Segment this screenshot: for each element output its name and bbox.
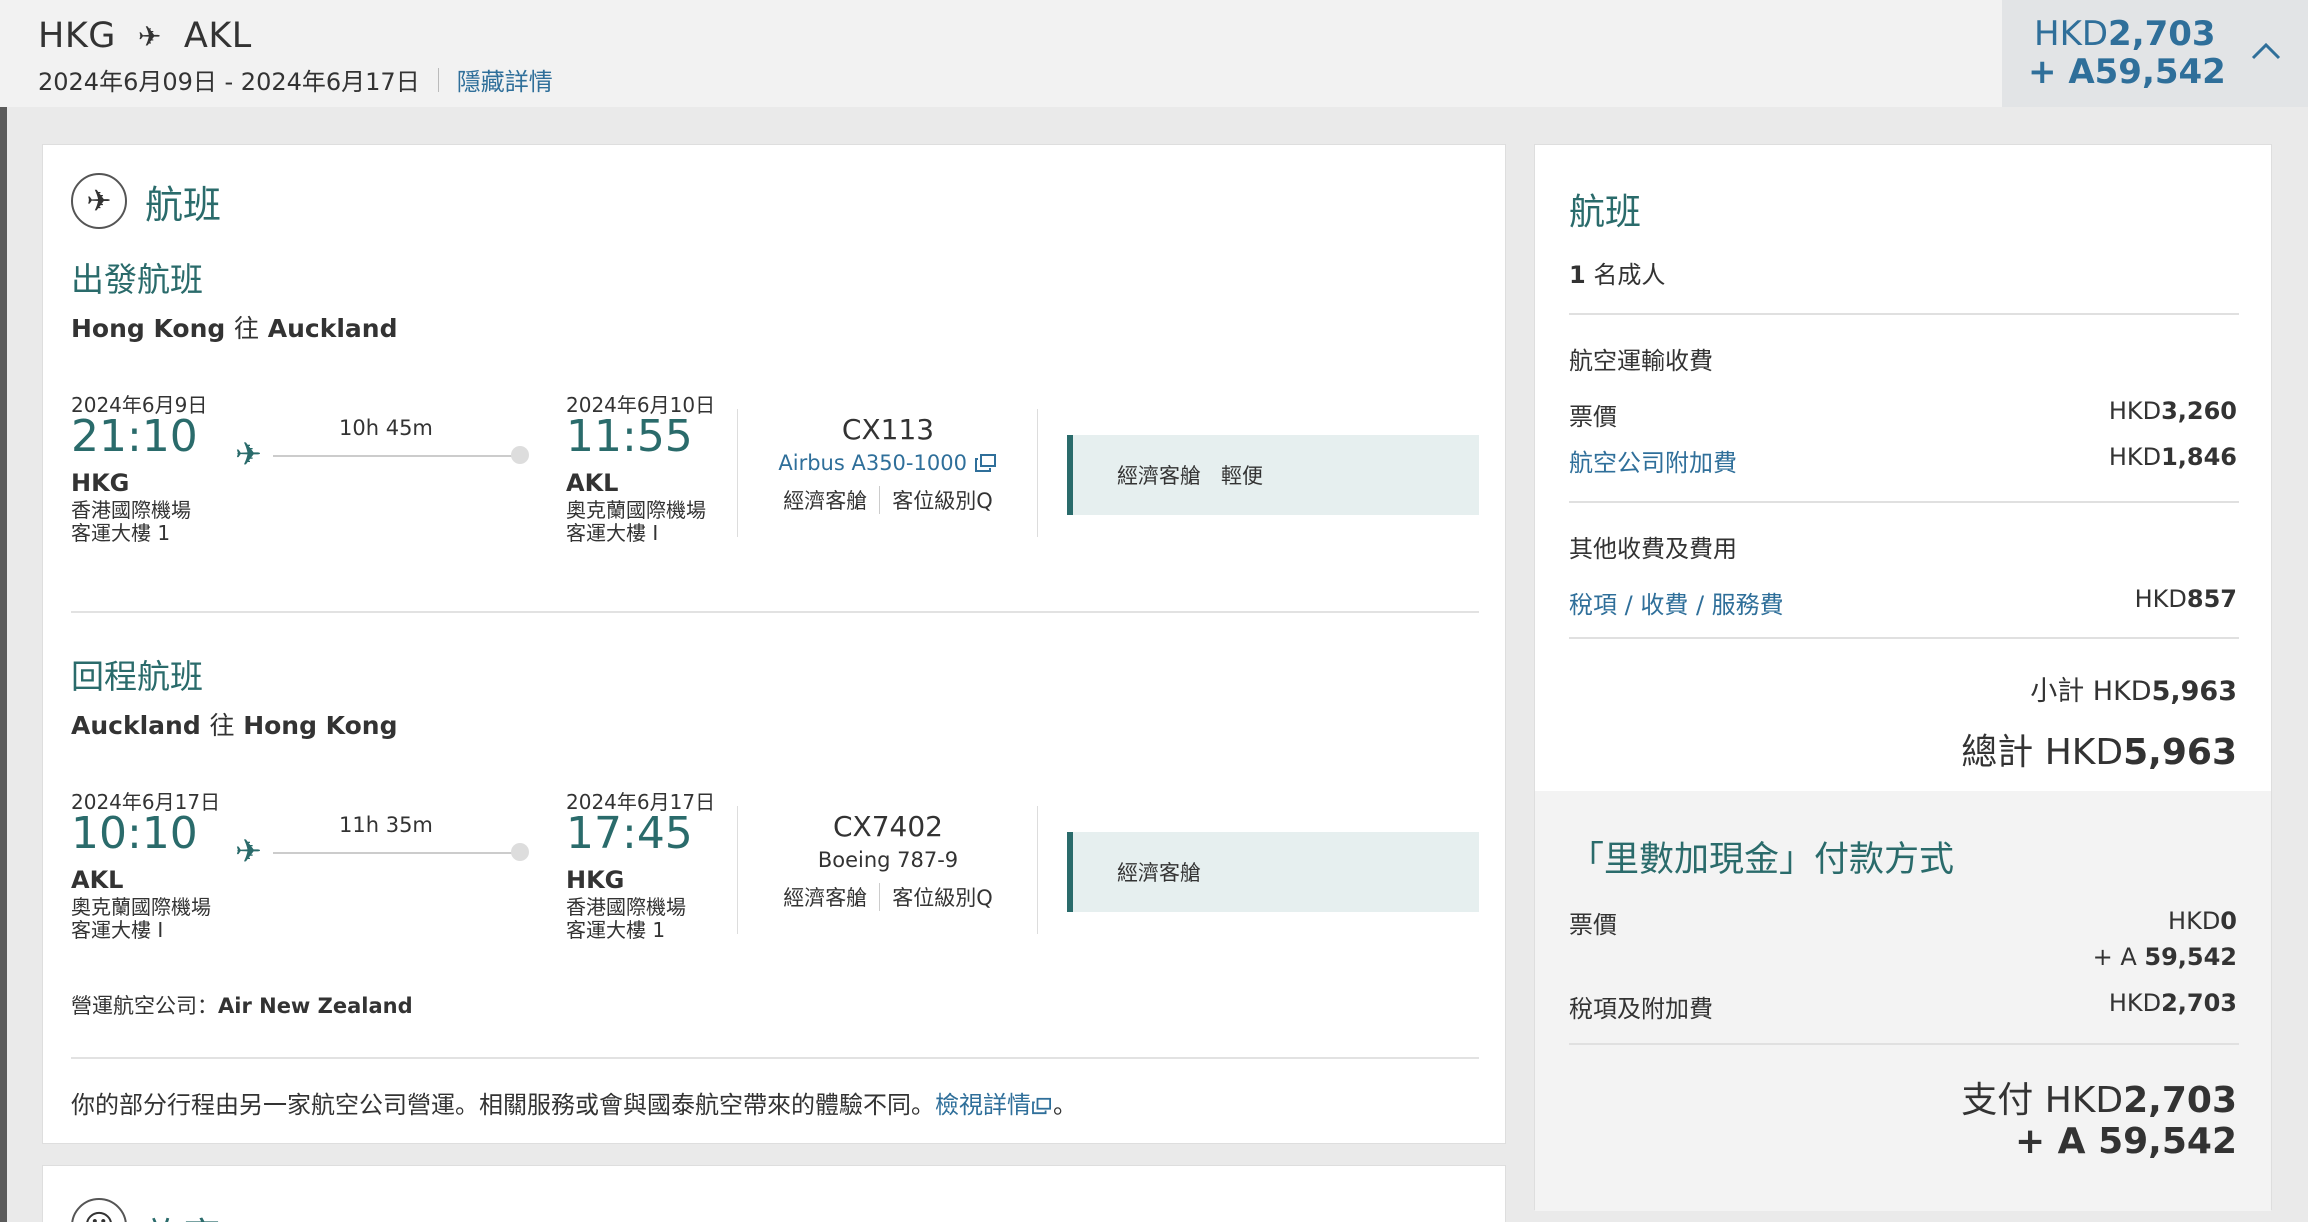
divider bbox=[437, 67, 439, 92]
miles-cash-title: 「里數加現金」付款方式 bbox=[1569, 840, 1955, 880]
surcharge-value: HKD1,846 bbox=[2108, 443, 2237, 471]
cabin-info: 經濟客艙 客位級別Q bbox=[738, 882, 1038, 912]
flight-duration: 11h 35m bbox=[339, 813, 433, 837]
divider bbox=[1569, 637, 2239, 639]
airplane-icon: ✈ bbox=[235, 832, 262, 870]
codeshare-notice: 你的部分行程由另一家航空公司營運。相關服務或會與國泰航空帶來的體驗不同。檢視詳情… bbox=[71, 1091, 1077, 1119]
departure-code: HKG bbox=[71, 469, 130, 497]
fare-label: 票價 bbox=[1569, 403, 1617, 431]
outbound-flight-row: 2024年6月9日 21:10 HKG 香港國際機場 客運大樓 1 ✈ 10h … bbox=[71, 389, 1479, 559]
divider bbox=[1037, 409, 1038, 537]
return-flight-row: 2024年6月17日 10:10 AKL 奧克蘭國際機場 客運大樓 I ✈ 11… bbox=[71, 786, 1479, 956]
fare-value: HKD3,260 bbox=[2108, 397, 2237, 425]
price-summary-card: 航班 1 名成人 航空運輸收費 票價 HKD3,260 航空公司附加費 HKD1… bbox=[1534, 144, 2272, 1211]
departure-airport: 香港國際機場 客運大樓 1 bbox=[71, 498, 191, 545]
arrival-code: HKG bbox=[566, 866, 625, 894]
passengers-card: ☺ 旅客 bbox=[42, 1165, 1506, 1222]
mc-taxes-value: HKD2,703 bbox=[2108, 989, 2237, 1017]
flights-section-title: 航班 bbox=[145, 182, 222, 227]
fare-family-band: 經濟客艙 bbox=[1067, 832, 1479, 912]
cabin-info: 經濟客艙 客位級別Q bbox=[738, 485, 1038, 515]
air-transport-heading: 航空運輸收費 bbox=[1569, 347, 1713, 375]
fare-breakdown: 航班 1 名成人 航空運輸收費 票價 HKD3,260 航空公司附加費 HKD1… bbox=[1535, 145, 2271, 791]
passenger-count: 1 名成人 bbox=[1569, 261, 1666, 289]
departure-time: 10:10 bbox=[71, 808, 198, 859]
destination-code: AKL bbox=[183, 16, 252, 56]
outbound-heading: 出發航班 bbox=[71, 260, 203, 299]
fare-family-band: 經濟客艙 輕便 bbox=[1067, 435, 1479, 515]
arrival-time: 17:45 bbox=[566, 808, 693, 859]
pay-amount-hkd: 支付 HKD2,703 bbox=[1961, 1080, 2237, 1121]
carrier-surcharge-link[interactable]: 航空公司附加費 bbox=[1569, 443, 1737, 478]
summary-title: 航班 bbox=[1569, 192, 1642, 233]
flight-duration: 10h 45m bbox=[339, 416, 433, 440]
notice-divider bbox=[71, 1057, 1479, 1059]
mc-taxes-label: 稅項及附加費 bbox=[1569, 995, 1713, 1023]
arrival-code: AKL bbox=[566, 469, 619, 497]
departure-code: AKL bbox=[71, 866, 124, 894]
flights-card: ✈ 航班 出發航班 Hong Kong 往 Auckland 2024年6月9日… bbox=[42, 144, 1506, 1144]
other-charges-heading: 其他收費及費用 bbox=[1569, 535, 1737, 563]
flight-path-line bbox=[273, 852, 513, 854]
mc-fare-miles: + A 59,542 bbox=[2092, 943, 2237, 971]
operating-carrier: 營運航空公司：Air New Zealand bbox=[71, 994, 413, 1018]
departure-time: 21:10 bbox=[71, 411, 198, 462]
price-toggle[interactable]: HKD2,703 + A59,542 bbox=[2002, 0, 2308, 107]
left-accent-strip bbox=[0, 107, 7, 1222]
flights-section-header: ✈ 航班 bbox=[71, 173, 221, 229]
subtotal: 小計 HKD5,963 bbox=[2030, 676, 2237, 707]
view-details-link[interactable]: 檢視詳情 bbox=[935, 1091, 1053, 1119]
divider bbox=[1569, 313, 2239, 315]
trip-route: HKG ✈ AKL bbox=[38, 16, 252, 56]
return-route: Auckland 往 Hong Kong bbox=[71, 711, 398, 740]
trip-summary-bar: HKG ✈ AKL 2024年6月09日 - 2024年6月17日 隱藏詳情 H… bbox=[0, 0, 2308, 107]
origin-code: HKG bbox=[38, 16, 116, 56]
flight-number: CX113 bbox=[841, 413, 935, 446]
person-circle-icon: ☺ bbox=[71, 1198, 127, 1222]
pay-amount-miles: + A 59,542 bbox=[2014, 1121, 2237, 1162]
divider bbox=[1569, 501, 2239, 503]
leg-divider bbox=[71, 611, 1479, 613]
return-heading: 回程航班 bbox=[71, 657, 203, 696]
taxes-fees-link[interactable]: 稅項 / 收費 / 服務費 bbox=[1569, 585, 1784, 620]
total: 總計 HKD5,963 bbox=[1961, 732, 2237, 773]
outbound-route: Hong Kong 往 Auckland bbox=[71, 314, 398, 343]
external-link-icon bbox=[974, 454, 996, 472]
aircraft-type-link[interactable]: Airbus A350-1000 bbox=[738, 451, 1038, 475]
taxes-value: HKD857 bbox=[2134, 585, 2237, 613]
arrival-airport: 奧克蘭國際機場 客運大樓 I bbox=[566, 498, 706, 545]
top-price-hkd: HKD2,703 bbox=[2034, 14, 2216, 54]
flight-number: CX7402 bbox=[833, 810, 943, 843]
external-link-icon bbox=[1032, 1097, 1051, 1115]
arrival-time: 11:55 bbox=[566, 411, 693, 462]
departure-airport: 奧克蘭國際機場 客運大樓 I bbox=[71, 895, 211, 942]
divider bbox=[1037, 806, 1038, 934]
mc-fare-label: 票價 bbox=[1569, 911, 1617, 939]
aircraft-type: Boeing 787-9 bbox=[817, 848, 959, 872]
airplane-icon: ✈ bbox=[137, 19, 162, 53]
divider bbox=[1569, 1043, 2239, 1045]
arrival-airport: 香港國際機場 客運大樓 1 bbox=[566, 895, 686, 942]
trip-date-range: 2024年6月09日 - 2024年6月17日 bbox=[38, 68, 420, 96]
flight-path-line bbox=[273, 455, 513, 457]
arrival-dot bbox=[511, 843, 529, 861]
top-price-miles: + A59,542 bbox=[2028, 52, 2226, 92]
mc-fare-hkd: HKD0 bbox=[2168, 907, 2237, 935]
airplane-circle-icon: ✈ bbox=[71, 173, 127, 229]
hide-details-link[interactable]: 隱藏詳情 bbox=[457, 62, 553, 97]
airplane-icon: ✈ bbox=[235, 435, 262, 473]
chevron-up-icon[interactable] bbox=[2250, 36, 2282, 68]
arrival-dot bbox=[511, 446, 529, 464]
trip-dates-row: 2024年6月09日 - 2024年6月17日 隱藏詳情 bbox=[38, 62, 553, 97]
passengers-section-title: 旅客 bbox=[145, 1206, 221, 1222]
